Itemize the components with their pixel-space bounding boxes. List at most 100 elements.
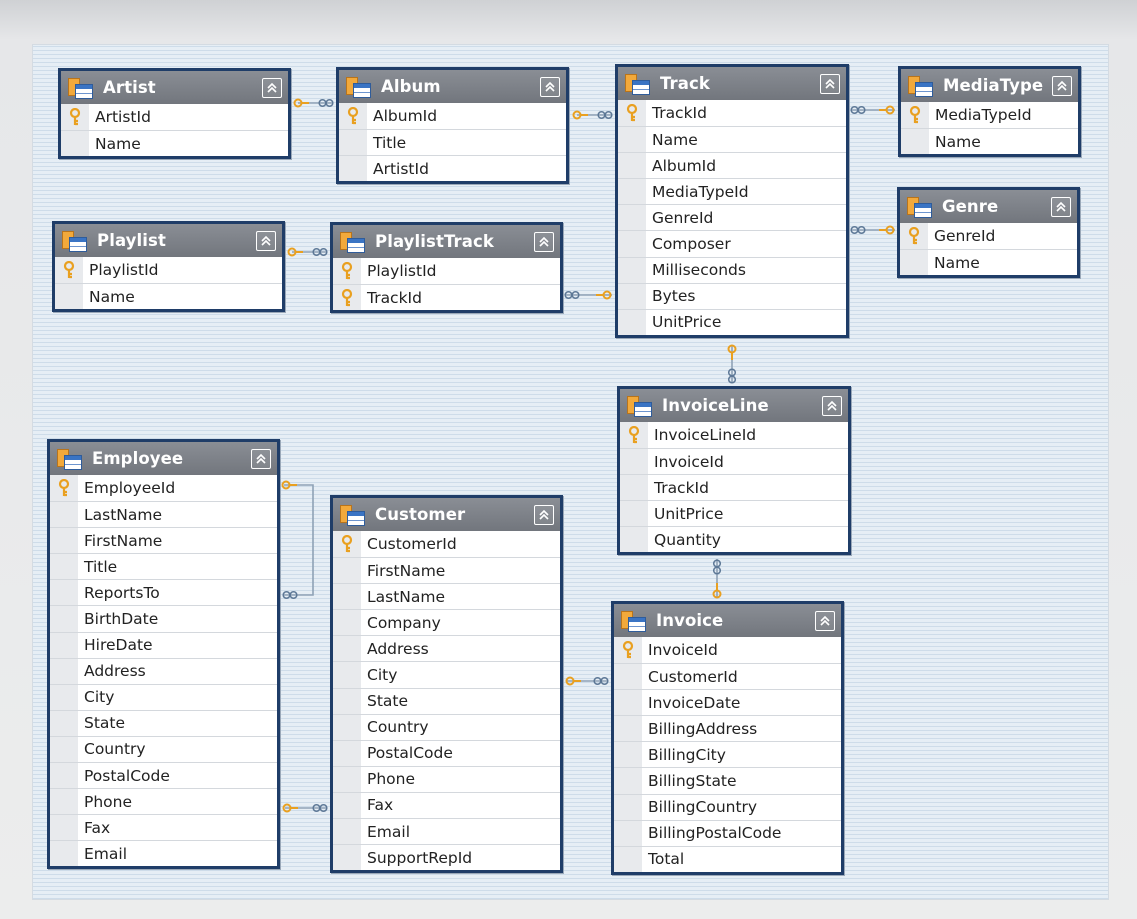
table-header[interactable]: Invoice [614, 604, 841, 637]
column-row[interactable]: Bytes [618, 282, 846, 309]
column-row[interactable]: BirthDate [50, 605, 277, 632]
table-invoiceline[interactable]: InvoiceLine InvoiceLineId InvoiceId Trac… [617, 386, 851, 556]
table-customer[interactable]: Customer CustomerId FirstName LastName C… [330, 495, 563, 874]
column-row[interactable]: Email [50, 840, 277, 867]
table-album[interactable]: Album AlbumId Title ArtistId [336, 67, 569, 185]
table-employee[interactable]: Employee EmployeeId LastName FirstName T… [47, 439, 280, 870]
column-row[interactable]: InvoiceDate [614, 689, 841, 716]
table-header[interactable]: Album [339, 70, 566, 103]
column-row[interactable]: BillingAddress [614, 715, 841, 742]
column-row[interactable]: Country [333, 713, 560, 740]
table-header[interactable]: MediaType [901, 69, 1078, 102]
column-row[interactable]: TrackId [618, 100, 846, 127]
collapse-icon[interactable] [1051, 196, 1071, 217]
column-row[interactable]: PostalCode [333, 739, 560, 766]
column-row[interactable]: State [333, 687, 560, 714]
column-row[interactable]: EmployeeId [50, 475, 277, 502]
table-header[interactable]: InvoiceLine [620, 389, 848, 422]
column-name: Name [95, 134, 141, 153]
column-name: ReportsTo [84, 583, 160, 602]
collapse-icon[interactable] [534, 231, 554, 252]
column-row[interactable]: Address [333, 635, 560, 662]
table-artist[interactable]: Artist ArtistId Name [58, 68, 291, 160]
collapse-icon[interactable] [822, 395, 842, 416]
table-header[interactable]: PlaylistTrack [333, 225, 560, 258]
column-row[interactable]: BillingCity [614, 741, 841, 768]
collapse-icon[interactable] [815, 610, 835, 631]
column-row[interactable]: BillingPostalCode [614, 819, 841, 846]
column-row[interactable]: UnitPrice [620, 500, 848, 527]
column-name: MediaTypeId [935, 106, 1032, 125]
column-row[interactable]: GenreId [900, 223, 1077, 250]
column-row[interactable]: City [333, 661, 560, 688]
column-row[interactable]: TrackId [620, 474, 848, 501]
column-row[interactable]: Total [614, 845, 841, 872]
column-row[interactable]: Quantity [620, 526, 848, 553]
column-row[interactable]: CustomerId [614, 663, 841, 690]
column-row[interactable]: UnitPrice [618, 308, 846, 335]
column-row[interactable]: Name [618, 126, 846, 153]
collapse-icon[interactable] [534, 504, 554, 525]
column-row[interactable]: CustomerId [333, 531, 560, 558]
column-row[interactable]: Country [50, 735, 277, 763]
column-row[interactable]: Phone [50, 788, 277, 815]
table-header[interactable]: Artist [61, 71, 288, 104]
collapse-icon[interactable] [1052, 75, 1072, 96]
column-row[interactable]: Fax [50, 814, 277, 841]
table-invoice[interactable]: Invoice InvoiceId CustomerId InvoiceDate… [611, 601, 844, 875]
column-row[interactable]: Title [50, 553, 277, 580]
collapse-icon[interactable] [540, 76, 560, 97]
table-track[interactable]: Track TrackId Name AlbumId MediaTypeId G… [615, 64, 849, 338]
column-row[interactable]: State [50, 709, 277, 736]
column-row[interactable]: PlaylistId [333, 258, 560, 285]
column-row[interactable]: Name [900, 249, 1077, 276]
column-row[interactable]: BillingState [614, 767, 841, 794]
column-row[interactable]: FirstName [50, 527, 277, 554]
column-row[interactable]: AlbumId [618, 152, 846, 179]
column-row[interactable]: PlaylistId [55, 257, 282, 284]
column-row[interactable]: FirstName [333, 557, 560, 584]
column-row[interactable]: LastName [333, 583, 560, 610]
column-row[interactable]: City [50, 683, 277, 710]
column-row[interactable]: Composer [618, 230, 846, 257]
column-row[interactable]: Email [333, 818, 560, 845]
column-row[interactable]: Title [339, 129, 566, 156]
column-row[interactable]: HireDate [50, 631, 277, 658]
column-row[interactable]: Phone [333, 765, 560, 792]
table-genre[interactable]: Genre GenreId Name [897, 187, 1080, 279]
column-row[interactable]: MediaTypeId [901, 102, 1078, 129]
column-row[interactable]: ReportsTo [50, 579, 277, 606]
table-header[interactable]: Track [618, 67, 846, 100]
collapse-icon[interactable] [820, 73, 840, 94]
column-row[interactable]: Company [333, 609, 560, 636]
table-playlist[interactable]: Playlist PlaylistId Name [52, 221, 285, 313]
column-row[interactable]: InvoiceId [614, 637, 841, 664]
table-header[interactable]: Playlist [55, 224, 282, 257]
column-row[interactable]: AlbumId [339, 103, 566, 130]
column-row[interactable]: SupportRepId [333, 844, 560, 871]
table-mediatype[interactable]: MediaType MediaTypeId Name [898, 66, 1081, 158]
column-row[interactable]: ArtistId [61, 104, 288, 131]
column-row[interactable]: TrackId [333, 284, 560, 311]
column-row[interactable]: InvoiceId [620, 448, 848, 475]
collapse-icon[interactable] [256, 230, 276, 251]
column-row[interactable]: BillingCountry [614, 793, 841, 820]
column-row[interactable]: Address [50, 657, 277, 684]
column-row[interactable]: GenreId [618, 204, 846, 231]
column-row[interactable]: MediaTypeId [618, 178, 846, 205]
column-row[interactable]: Name [61, 130, 288, 157]
column-row[interactable]: PostalCode [50, 762, 277, 789]
column-row[interactable]: Name [901, 128, 1078, 155]
table-playlisttrack[interactable]: PlaylistTrack PlaylistId TrackId [330, 222, 563, 314]
table-header[interactable]: Customer [333, 498, 560, 531]
table-header[interactable]: Employee [50, 442, 277, 475]
column-row[interactable]: Milliseconds [618, 256, 846, 283]
column-row[interactable]: ArtistId [339, 155, 566, 182]
collapse-icon[interactable] [251, 448, 271, 469]
table-header[interactable]: Genre [900, 190, 1077, 223]
collapse-icon[interactable] [262, 77, 282, 98]
column-row[interactable]: Name [55, 283, 282, 310]
column-row[interactable]: InvoiceLineId [620, 422, 848, 449]
column-row[interactable]: LastName [50, 501, 277, 528]
column-row[interactable]: Fax [333, 791, 560, 819]
